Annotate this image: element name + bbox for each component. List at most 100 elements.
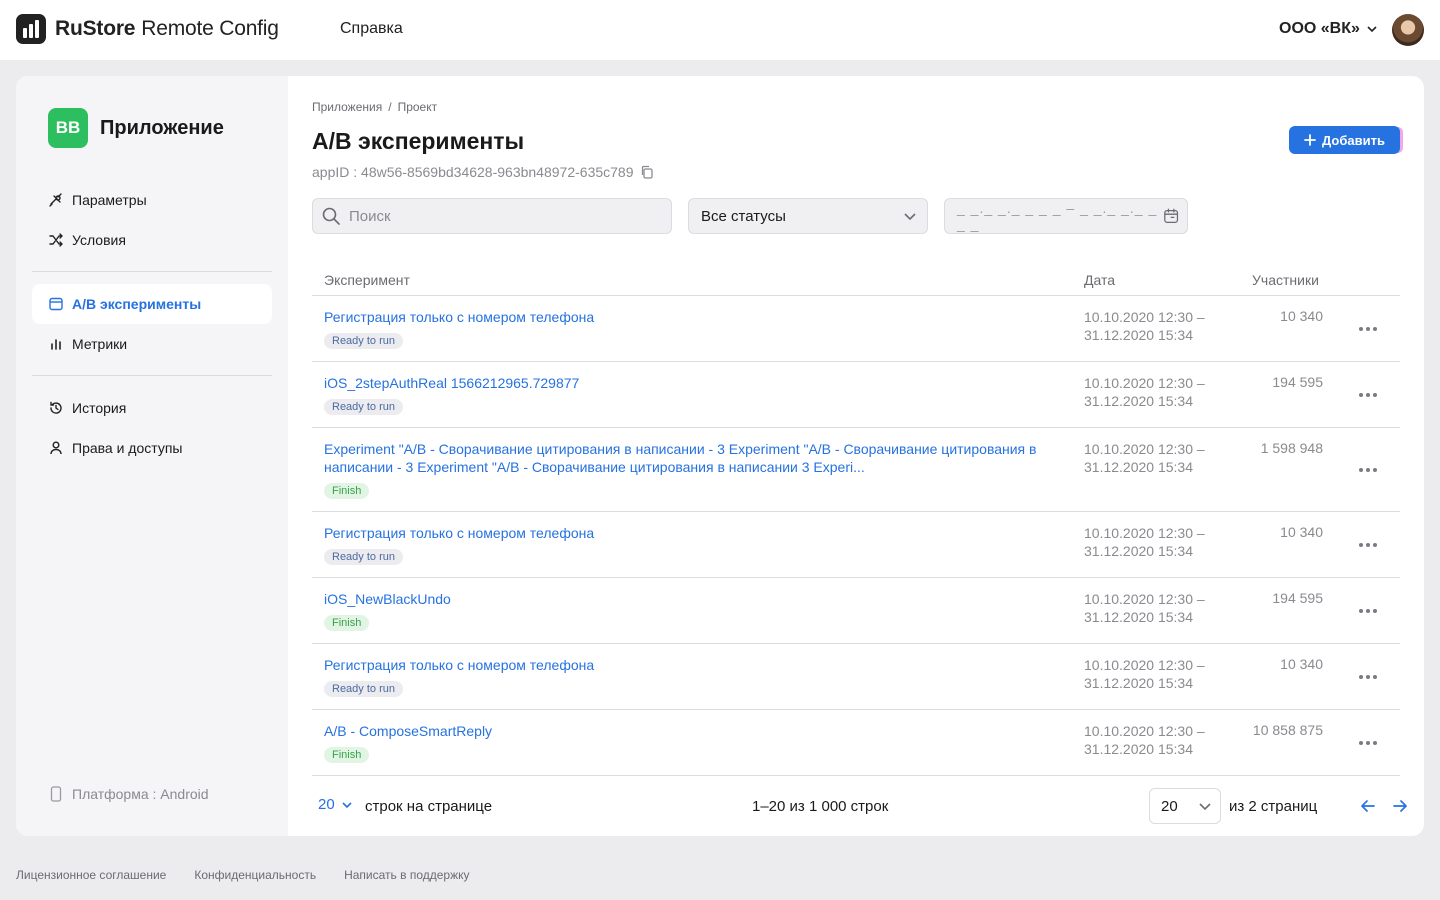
- status-badge: Finish: [324, 615, 370, 631]
- column-experiment: Эксперимент: [324, 272, 410, 288]
- experiment-name-link[interactable]: iOS_2stepAuthReal 1566212965.729877: [324, 374, 1064, 392]
- experiment-name-link[interactable]: A/B - ComposeSmartReply: [324, 722, 1064, 740]
- content-area: Приложения / Проект A/B эксперименты app…: [312, 76, 1408, 836]
- more-icon[interactable]: [1358, 460, 1378, 480]
- sidebar-divider: [32, 271, 272, 272]
- sidebar-item-conditions[interactable]: Условия: [32, 220, 272, 260]
- sidebar-item-label: A/B эксперименты: [72, 296, 202, 312]
- copy-icon[interactable]: [640, 165, 654, 179]
- breadcrumb: Приложения / Проект: [312, 100, 437, 114]
- table-row[interactable]: iOS_2stepAuthReal 1566212965.729877 Read…: [312, 362, 1400, 428]
- more-icon[interactable]: [1358, 733, 1378, 753]
- total-pages: из 2 страниц: [1229, 798, 1318, 815]
- experiment-date: 10.10.2020 12:30 –31.12.2020 15:34: [1084, 375, 1205, 409]
- sidebar-item-label: Метрики: [72, 336, 128, 352]
- app-id-text: appID : 48w56-8569bd34628-963bn48972-635…: [312, 164, 634, 180]
- add-experiment-button[interactable]: Добавить: [1289, 126, 1400, 154]
- sidebar-item-ab-experiments[interactable]: A/B эксперименты: [32, 284, 272, 324]
- sidebar-item-metrics[interactable]: Метрики: [32, 324, 272, 364]
- help-link[interactable]: Справка: [340, 20, 403, 38]
- window-icon: [49, 297, 63, 311]
- arrow-left-icon[interactable]: [1358, 796, 1378, 816]
- status-badge: Finish: [324, 483, 370, 499]
- sidebar: BB Приложение Параметры Условия A/B эксп…: [16, 76, 288, 836]
- participants-count: 10 340: [1280, 524, 1323, 540]
- footer: Лицензионное соглашение Конфиденциальнос…: [16, 868, 470, 882]
- arrow-right-icon[interactable]: [1390, 796, 1410, 816]
- app-header: BB Приложение: [48, 108, 224, 148]
- table-row[interactable]: Experiment "A/B - Сворачивание цитирован…: [312, 428, 1400, 512]
- footer-license-link[interactable]: Лицензионное соглашение: [16, 868, 166, 882]
- more-icon[interactable]: [1358, 319, 1378, 339]
- app-title: Приложение: [100, 116, 224, 139]
- experiment-name-link[interactable]: Experiment "A/B - Сворачивание цитирован…: [324, 440, 1064, 476]
- experiment-date: 10.10.2020 12:30 –31.12.2020 15:34: [1084, 723, 1205, 757]
- participants-count: 1 598 948: [1260, 440, 1323, 456]
- table-row[interactable]: iOS_NewBlackUndo Finish 10.10.2020 12:30…: [312, 578, 1400, 644]
- experiment-name-link[interactable]: Регистрация только с номером телефона: [324, 308, 1064, 326]
- experiment-name-link[interactable]: Регистрация только с номером телефона: [324, 524, 1064, 542]
- rows-per-page-select[interactable]: 20: [318, 796, 353, 813]
- top-bar: RuStore Remote Config Справка ООО «ВК»: [0, 0, 1440, 60]
- table-row[interactable]: Регистрация только с номером телефона Re…: [312, 296, 1400, 362]
- participants-count: 194 595: [1272, 590, 1323, 606]
- more-icon[interactable]: [1358, 535, 1378, 555]
- status-badge: Ready to run: [324, 399, 403, 415]
- logo[interactable]: RuStore Remote Config: [16, 14, 279, 44]
- phone-icon: [50, 786, 62, 802]
- platform-info: Платформа : Android: [50, 786, 209, 802]
- sidebar-item-parameters[interactable]: Параметры: [32, 180, 272, 220]
- table-row[interactable]: Регистрация только с номером телефона Re…: [312, 644, 1400, 710]
- more-icon[interactable]: [1358, 667, 1378, 687]
- breadcrumb-separator: /: [388, 100, 392, 114]
- search-input[interactable]: [349, 207, 649, 225]
- status-badge: Ready to run: [324, 681, 403, 697]
- breadcrumb-apps[interactable]: Приложения: [312, 100, 382, 114]
- experiment-date: 10.10.2020 12:30 –31.12.2020 15:34: [1084, 657, 1205, 691]
- table-row[interactable]: A/B - ComposeSmartReply Finish 10.10.202…: [312, 710, 1400, 776]
- status-badge: Ready to run: [324, 549, 403, 565]
- add-button-label: Добавить: [1322, 132, 1385, 148]
- sidebar-item-history[interactable]: История: [32, 388, 272, 428]
- logo-text: RuStore Remote Config: [55, 17, 279, 40]
- page-select-value: 20: [1161, 797, 1178, 815]
- sliders-icon: [49, 193, 62, 207]
- footer-support-link[interactable]: Написать в поддержку: [344, 868, 469, 882]
- page-title: A/B эксперименты: [312, 128, 525, 154]
- column-participants: Участники: [1252, 272, 1319, 288]
- page-select[interactable]: 20: [1149, 788, 1221, 824]
- search-icon: [322, 207, 340, 225]
- main-card: BB Приложение Параметры Условия A/B эксп…: [16, 76, 1424, 836]
- experiment-date: 10.10.2020 12:30 –31.12.2020 15:34: [1084, 525, 1205, 559]
- participants-count: 10 340: [1280, 308, 1323, 324]
- experiment-date: 10.10.2020 12:30 –31.12.2020 15:34: [1084, 591, 1205, 625]
- breadcrumb-project[interactable]: Проект: [398, 100, 438, 114]
- app-id: appID : 48w56-8569bd34628-963bn48972-635…: [312, 164, 654, 180]
- date-range-field[interactable]: _ _._ _._ _ _ _ – _ _._ _._ _ _ _: [944, 198, 1188, 234]
- sidebar-divider: [32, 375, 272, 376]
- pagination: 20 строк на странице 1–20 из 1 000 строк…: [312, 780, 1407, 828]
- column-date: Дата: [1084, 272, 1116, 288]
- participants-count: 194 595: [1272, 374, 1323, 390]
- experiment-date: 10.10.2020 12:30 –31.12.2020 15:34: [1084, 441, 1205, 475]
- history-icon: [50, 401, 62, 414]
- status-badge: Finish: [324, 747, 370, 763]
- experiment-date: 10.10.2020 12:30 –31.12.2020 15:34: [1084, 309, 1205, 343]
- table-row[interactable]: Регистрация только с номером телефона Re…: [312, 512, 1400, 578]
- user-icon: [50, 441, 62, 455]
- experiment-name-link[interactable]: Регистрация только с номером телефона: [324, 656, 1064, 674]
- footer-privacy-link[interactable]: Конфиденциальность: [194, 868, 316, 882]
- platform-label: Платформа : Android: [72, 786, 209, 802]
- status-select[interactable]: Все статусы: [688, 198, 928, 234]
- more-icon[interactable]: [1358, 385, 1378, 405]
- experiment-name-link[interactable]: iOS_NewBlackUndo: [324, 590, 1064, 608]
- sidebar-item-access[interactable]: Права и доступы: [32, 428, 272, 468]
- chevron-down-icon: [904, 213, 916, 221]
- avatar[interactable]: [1392, 14, 1424, 46]
- rows-per-page-value: 20: [318, 796, 335, 813]
- search-field[interactable]: [312, 198, 672, 234]
- date-range-placeholder: _ _._ _._ _ _ _ – _ _._ _._ _ _ _: [957, 200, 1158, 232]
- org-switcher[interactable]: ООО «ВК»: [1279, 20, 1378, 38]
- more-icon[interactable]: [1358, 601, 1378, 621]
- sidebar-item-label: Права и доступы: [72, 440, 183, 456]
